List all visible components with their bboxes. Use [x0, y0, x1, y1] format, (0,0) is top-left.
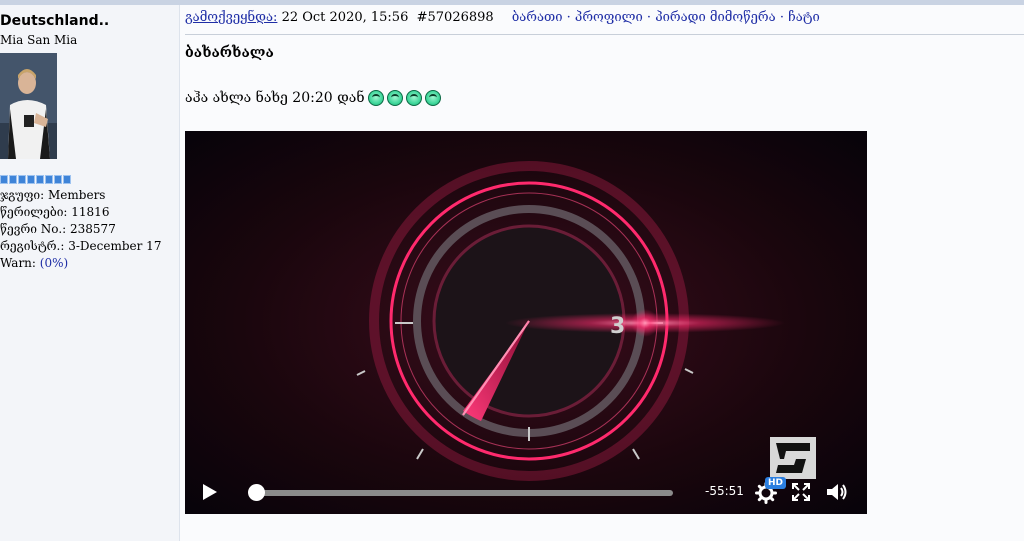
smiley-icon: [405, 90, 422, 106]
link-separator: ·: [779, 10, 784, 25]
post-title: ბახარხალა: [185, 45, 274, 61]
info-label: ჯგუფი:: [0, 188, 45, 202]
video-controls: -55:51 HD: [185, 468, 867, 514]
user-sidebar: Deutschland.. Mia San Mia ჯგუფი: Members…: [0, 5, 180, 541]
smiley-icon: [386, 90, 403, 106]
post-body: აჰა ახლა ნახე 20:20 დან: [185, 90, 441, 106]
video-player[interactable]: 3 -55:51 HD: [185, 131, 867, 514]
rank-pips: [0, 175, 71, 185]
rank-pip: [45, 175, 53, 184]
rank-pip: [9, 175, 17, 184]
info-row-member-no: წევრი No.: 238577: [0, 221, 161, 238]
video-frame: 3: [185, 131, 867, 514]
rank-pip: [54, 175, 62, 184]
username[interactable]: Deutschland..: [0, 13, 109, 29]
info-row-posts: წერილები: 11816: [0, 204, 161, 221]
info-value: Members: [48, 188, 106, 202]
rank-pip: [63, 175, 71, 184]
post-number[interactable]: #57026898: [417, 10, 494, 25]
rank-pip: [27, 175, 35, 184]
info-label: წევრი No.:: [0, 222, 67, 236]
play-icon[interactable]: [202, 483, 218, 501]
fullscreen-icon[interactable]: [791, 482, 811, 502]
rank-pip: [18, 175, 26, 184]
volume-icon[interactable]: [825, 481, 849, 503]
post-links: ბარათი · პროფილი · პირადი მიმოწერა · ჩატ…: [512, 10, 820, 25]
link-card[interactable]: ბარათი: [512, 10, 563, 25]
info-value: 11816: [71, 205, 110, 219]
seek-handle[interactable]: [248, 484, 265, 501]
info-value: 238577: [70, 222, 116, 236]
info-row-group: ჯგუფი: Members: [0, 187, 161, 204]
info-row-registered: რეგისტრ.: 3-December 17: [0, 238, 161, 255]
smiley-icon: [367, 90, 384, 106]
avatar: [0, 53, 57, 159]
link-separator: ·: [646, 10, 652, 25]
smiley-icon: [424, 90, 441, 106]
info-value: 3-December 17: [68, 239, 162, 253]
countdown-number: 3: [610, 314, 625, 339]
rank-pip: [0, 175, 8, 184]
post-date: 22 Oct 2020, 15:56: [281, 10, 409, 25]
info-label: წერილები:: [0, 205, 68, 219]
link-profile[interactable]: პროფილი: [575, 10, 643, 25]
link-separator: ·: [566, 10, 571, 25]
info-row-warn: Warn: (0%): [0, 255, 161, 272]
time-remaining: -55:51: [705, 484, 744, 498]
link-chat[interactable]: ჩატი: [788, 10, 820, 25]
post-header: გამოქვეყნდა: 22 Oct 2020, 15:56 #5702689…: [185, 10, 1024, 35]
rank-pip: [36, 175, 44, 184]
warn-value-link[interactable]: (0%): [40, 256, 68, 270]
post-body-text: აჰა ახლა ნახე 20:20 დან: [185, 90, 365, 106]
user-info: ჯგუფი: Members წერილები: 11816 წევრი No.…: [0, 187, 161, 272]
link-private-message[interactable]: პირადი მიმოწერა: [655, 10, 776, 25]
hd-badge: HD: [765, 477, 787, 489]
warn-label: Warn:: [0, 256, 36, 270]
user-title: Mia San Mia: [0, 33, 78, 47]
seek-bar[interactable]: [255, 490, 673, 496]
info-label: რეგისტრ.:: [0, 239, 65, 253]
published-link[interactable]: გამოქვეყნდა:: [185, 10, 277, 25]
smileys: [367, 90, 441, 106]
